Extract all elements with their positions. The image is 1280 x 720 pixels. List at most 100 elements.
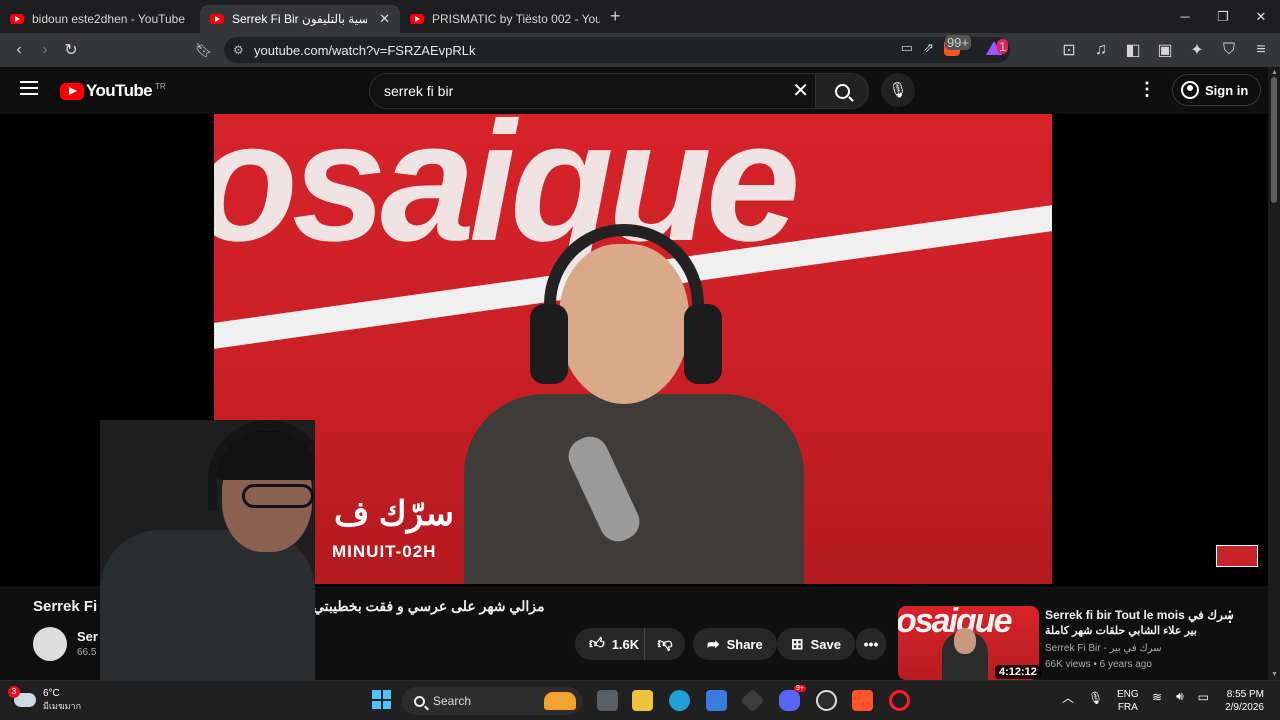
channel-name[interactable]: Ser [77, 629, 98, 644]
opera-icon[interactable] [889, 690, 910, 711]
discord-icon[interactable]: 9+ [779, 685, 806, 711]
like-dislike-group: 👍︎ 1.6K 👎︎ [575, 628, 685, 660]
sign-in-button[interactable]: Sign in [1172, 74, 1262, 106]
share-page-icon[interactable]: ⇗ [923, 40, 934, 56]
close-window-icon[interactable]: ✕ [1242, 0, 1280, 33]
search-input[interactable]: serrek fi bir ✕ [369, 73, 815, 109]
system-clock[interactable]: 8:55 PM 2/9/2026 [1220, 688, 1264, 714]
task-view-icon[interactable] [597, 690, 618, 711]
voice-search-button[interactable]: 🎙︎ [881, 73, 915, 107]
bookmark-icon[interactable]: 🔖︎ [191, 37, 217, 63]
recommended-channel[interactable]: Serrek Fi Bir - سرك في بير [1045, 643, 1162, 654]
battery-icon: ▭ [1197, 689, 1209, 704]
channel-avatar[interactable] [33, 627, 67, 661]
youtube-play-icon [60, 82, 84, 100]
sign-in-label: Sign in [1205, 82, 1249, 98]
shields-badge: 99+ [944, 35, 971, 50]
file-explorer-icon[interactable] [632, 690, 653, 711]
microphone-tray-icon[interactable]: 🎙︎ [1088, 691, 1103, 705]
share-button[interactable]: ➦ Share [693, 628, 777, 660]
screenshot-icon[interactable]: ⊡ [1056, 37, 1082, 63]
browser-toolbar: ‹ › ↻ 🔖︎ ⚙ youtube.com/watch?v=FSRZAEvpR… [0, 33, 1280, 67]
video-title: Serrek Fi [33, 598, 98, 615]
system-status-icons[interactable]: ≋ 🔊︎ ▭ [1152, 689, 1209, 704]
brave-rewards-icon[interactable]: 1 [986, 39, 1009, 55]
menu-icon[interactable]: ≡ [1248, 37, 1274, 63]
scroll-down-arrow-icon[interactable]: ▼ [1271, 671, 1278, 678]
headphones-band [544, 224, 704, 334]
recommended-more-icon[interactable]: ⋮ [1223, 608, 1237, 625]
edge-browser-icon[interactable] [669, 690, 690, 711]
rewards-badge: 1 [997, 39, 1009, 54]
unity-hub-icon[interactable] [740, 688, 765, 713]
search-button[interactable] [815, 73, 869, 109]
microsoft-store-icon[interactable] [706, 690, 727, 711]
recommended-meta: 66K views • 6 years ago [1045, 659, 1152, 670]
thumbnail-figure [942, 628, 988, 680]
vpn-shield-icon[interactable]: ⛉ [1216, 37, 1242, 63]
sidebar-icon[interactable]: ◧ [1120, 37, 1146, 63]
restore-icon[interactable]: ❐ [1204, 0, 1242, 33]
tab-bidoun[interactable]: bidoun este2dhen - YouTube [0, 5, 200, 33]
volume-icon: 🔊︎ [1176, 689, 1184, 703]
back-icon[interactable]: ‹ [6, 37, 32, 63]
taskbar-search[interactable]: Search [402, 687, 582, 715]
clock-date: 2/9/2026 [1225, 702, 1264, 713]
obs-studio-icon[interactable] [816, 690, 837, 711]
scroll-up-arrow-icon[interactable]: ▲ [1271, 69, 1278, 76]
search-icon [834, 83, 850, 99]
more-actions-button[interactable]: ••• [856, 628, 886, 660]
media-icon[interactable]: ♫ [1088, 37, 1114, 63]
country-code: TR [155, 81, 166, 91]
tab-prismatic[interactable]: PRISMATIC by Tiësto 002 - YouTube [400, 5, 600, 33]
minimize-icon[interactable]: ─ [1166, 0, 1204, 33]
recommended-title-line2[interactable]: بير علاء الشابي حلقات شهر كاملة [1045, 624, 1197, 637]
share-icon: ➦ [707, 636, 720, 653]
channel-watermark[interactable] [1216, 545, 1258, 567]
reload-icon[interactable]: ↻ [58, 37, 84, 63]
window-controls: ─ ❐ ✕ [1166, 0, 1280, 33]
windows-taskbar: 3 6°C มีเมฆมาก Search 9+ ︿ 🎙︎ ENG FRA ≋ … [0, 680, 1280, 720]
language-indicator[interactable]: ENG FRA [1117, 688, 1139, 714]
clear-search-icon[interactable]: ✕ [792, 78, 809, 103]
show-logo-arabic: سرّك ف [334, 495, 454, 533]
tab-serrek-fi-bir[interactable]: Serrek Fi Bir ﻻقات جنسية بالتليفون ✕ [200, 4, 400, 33]
search-icon [414, 695, 425, 707]
save-button[interactable]: ⊞ Save [777, 628, 855, 660]
forward-icon[interactable]: › [32, 37, 58, 63]
settings-more-icon[interactable]: ⋮ [1138, 79, 1156, 100]
system-tray: ︿ 🎙︎ [1062, 689, 1103, 706]
new-tab-button[interactable]: + [610, 6, 621, 27]
recommended-title[interactable]: Serrek fi bir Tout le mois سرك في [1045, 608, 1234, 622]
cast-icon[interactable]: ▭ [901, 40, 913, 56]
wallet-icon[interactable]: ▣ [1152, 37, 1178, 63]
tab-title: PRISMATIC by Tiësto 002 - YouTube [432, 11, 600, 26]
logo-text: YouTube [86, 81, 153, 100]
dislike-button[interactable]: 👎︎ [645, 635, 685, 653]
windows-start-icon[interactable] [372, 690, 391, 709]
like-button[interactable]: 👍︎ 1.6K [575, 628, 645, 660]
search-query: serrek fi bir [384, 83, 454, 99]
page-scrollbar[interactable]: ▲ ▼ [1268, 67, 1280, 680]
youtube-favicon-icon [10, 13, 24, 24]
discord-badge: 9+ [794, 685, 806, 692]
youtube-logo[interactable]: YouTube TR [60, 81, 166, 101]
brave-browser-icon[interactable] [852, 690, 873, 711]
host-figure [464, 224, 804, 584]
brave-shields-icon[interactable]: 99+ [944, 35, 971, 56]
video-frame[interactable]: osaique سرّك ف MINUIT-02H [214, 114, 1052, 584]
leo-ai-icon[interactable]: ✦ [1184, 37, 1210, 63]
lang-secondary: FRA [1117, 702, 1138, 713]
subscriber-count: 66.5 [77, 647, 97, 658]
taskbar-search-label: Search [433, 694, 472, 708]
show-hidden-icons-chevron-icon[interactable]: ︿ [1062, 689, 1074, 706]
guide-menu-icon[interactable] [20, 81, 38, 95]
weather-widget[interactable]: 3 6°C มีเมฆมาก [8, 686, 82, 713]
recommended-video[interactable]: osaique 4:12:12 Serrek fi bir Tout le mo… [898, 606, 1260, 680]
tab-title: bidoun este2dhen - YouTube [32, 11, 186, 26]
scrollbar-thumb[interactable] [1271, 77, 1277, 203]
site-info-icon[interactable]: ⚙ [233, 43, 244, 57]
address-bar[interactable]: ⚙ youtube.com/watch?v=FSRZAEvpRLk ▭ ⇗ 99… [224, 35, 1010, 63]
weather-condition: มีเมฆมาก [43, 701, 82, 711]
close-tab-icon[interactable]: ✕ [379, 11, 390, 27]
